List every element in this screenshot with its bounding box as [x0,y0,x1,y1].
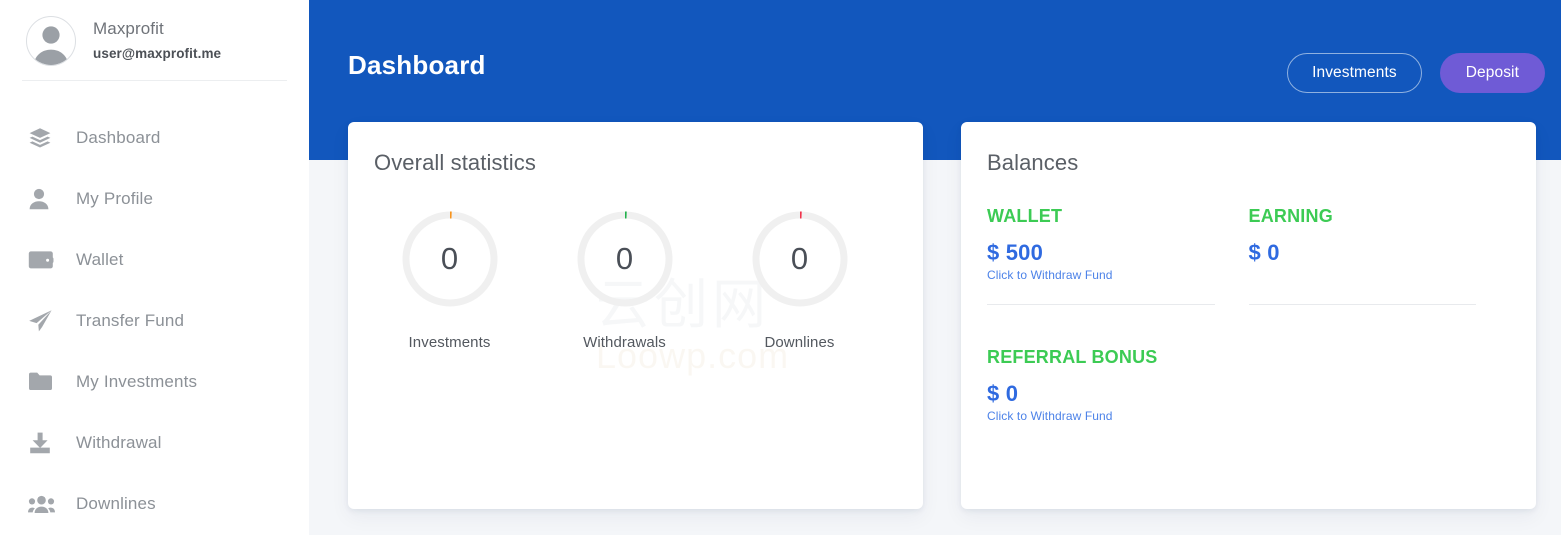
sidebar: Maxprofit user@maxprofit.me Dashboard My… [0,0,309,535]
sidebar-item-dashboard[interactable]: Dashboard [0,107,309,168]
balance-amount: $ 500 [987,240,1044,265]
donut-value-withdrawals: 0 [615,241,634,276]
sidebar-item-label: Withdrawal [76,432,162,452]
withdraw-fund-link[interactable]: Click to Withdraw Fund [987,409,1215,423]
stat-investments: 0 Investments [362,210,537,351]
user-avatar-icon [26,16,76,66]
people-group-icon [28,494,58,514]
balance-link-spacer [1249,266,1477,282]
withdraw-fund-link[interactable]: Click to Withdraw Fund [987,268,1215,282]
sidebar-item-label: My Profile [76,188,154,208]
sidebar-profile[interactable]: Maxprofit user@maxprofit.me [0,0,309,72]
sidebar-item-label: Transfer Fund [76,310,185,330]
sidebar-item-my-investments[interactable]: My Investments [0,351,309,412]
sidebar-item-downlines[interactable]: Downlines [0,473,309,534]
layers-icon [28,126,58,150]
sidebar-item-my-profile[interactable]: My Profile [0,168,309,229]
deposit-button[interactable]: Deposit [1439,53,1545,93]
donut-value-investments: 0 [440,241,459,276]
balances-title: Balances [987,150,1079,175]
balance-label: WALLET [987,206,1063,226]
stat-withdrawals: 0 Withdrawals [537,210,712,351]
sidebar-item-label: My Investments [76,371,198,391]
balance-amount: $ 0 [1248,240,1280,265]
sidebar-nav: Dashboard My Profile Wallet Transfer Fun… [0,81,309,534]
statistics-donuts: 0 Investments 0 Withdrawals 0 Downlines [348,210,923,351]
sidebar-item-withdrawal[interactable]: Withdrawal [0,412,309,473]
sidebar-item-wallet[interactable]: Wallet [0,229,309,290]
donut-value-downlines: 0 [790,241,809,276]
donut-label-downlines: Downlines [764,334,835,351]
balances-grid: WALLET $ 500 Click to Withdraw Fund EARN… [961,206,1536,423]
cards-row: Overall statistics 云创网 Loowp.com 0 Inves… [348,122,1536,509]
sidebar-item-transfer-fund[interactable]: Transfer Fund [0,290,309,351]
donut-label-investments: Investments [408,334,491,351]
profile-name: Maxprofit [93,19,164,38]
balance-amount: $ 0 [987,381,1019,406]
donut-chart-withdrawals: 0 [576,210,674,308]
paper-plane-icon [28,309,58,333]
overall-statistics-title: Overall statistics [374,150,536,175]
page-title: Dashboard [348,50,486,80]
donut-label-withdrawals: Withdrawals [583,334,666,351]
overall-statistics-card: Overall statistics 云创网 Loowp.com 0 Inves… [348,122,923,509]
donut-chart-investments: 0 [401,210,499,308]
wallet-icon [28,249,58,271]
stat-downlines: 0 Downlines [712,210,887,351]
balance-earning: EARNING $ 0 [1248,206,1511,305]
person-icon [28,187,58,211]
profile-email: user@maxprofit.me [93,46,222,61]
balance-label: REFERRAL BONUS [987,347,1158,367]
investments-button[interactable]: Investments [1287,53,1422,93]
sidebar-item-label: Dashboard [76,127,161,147]
folder-icon [28,371,58,392]
balance-empty-cell [1249,305,1511,423]
sidebar-item-label: Wallet [76,249,124,269]
download-tray-icon [28,431,58,455]
sidebar-item-label: Downlines [76,493,156,513]
balances-card: Balances WALLET $ 500 Click to Withdraw … [961,122,1536,509]
balance-wallet: WALLET $ 500 Click to Withdraw Fund [987,206,1249,305]
donut-chart-downlines: 0 [751,210,849,308]
balance-label: EARNING [1248,206,1333,226]
main-content: Dashboard Investments Deposit Overall st… [309,0,1561,535]
dashboard-page: Maxprofit user@maxprofit.me Dashboard My… [0,0,1561,535]
balance-referral-bonus: REFERRAL BONUS $ 0 Click to Withdraw Fun… [987,305,1249,423]
header-actions: Investments Deposit [1287,53,1545,93]
profile-text: Maxprofit user@maxprofit.me [93,16,221,66]
